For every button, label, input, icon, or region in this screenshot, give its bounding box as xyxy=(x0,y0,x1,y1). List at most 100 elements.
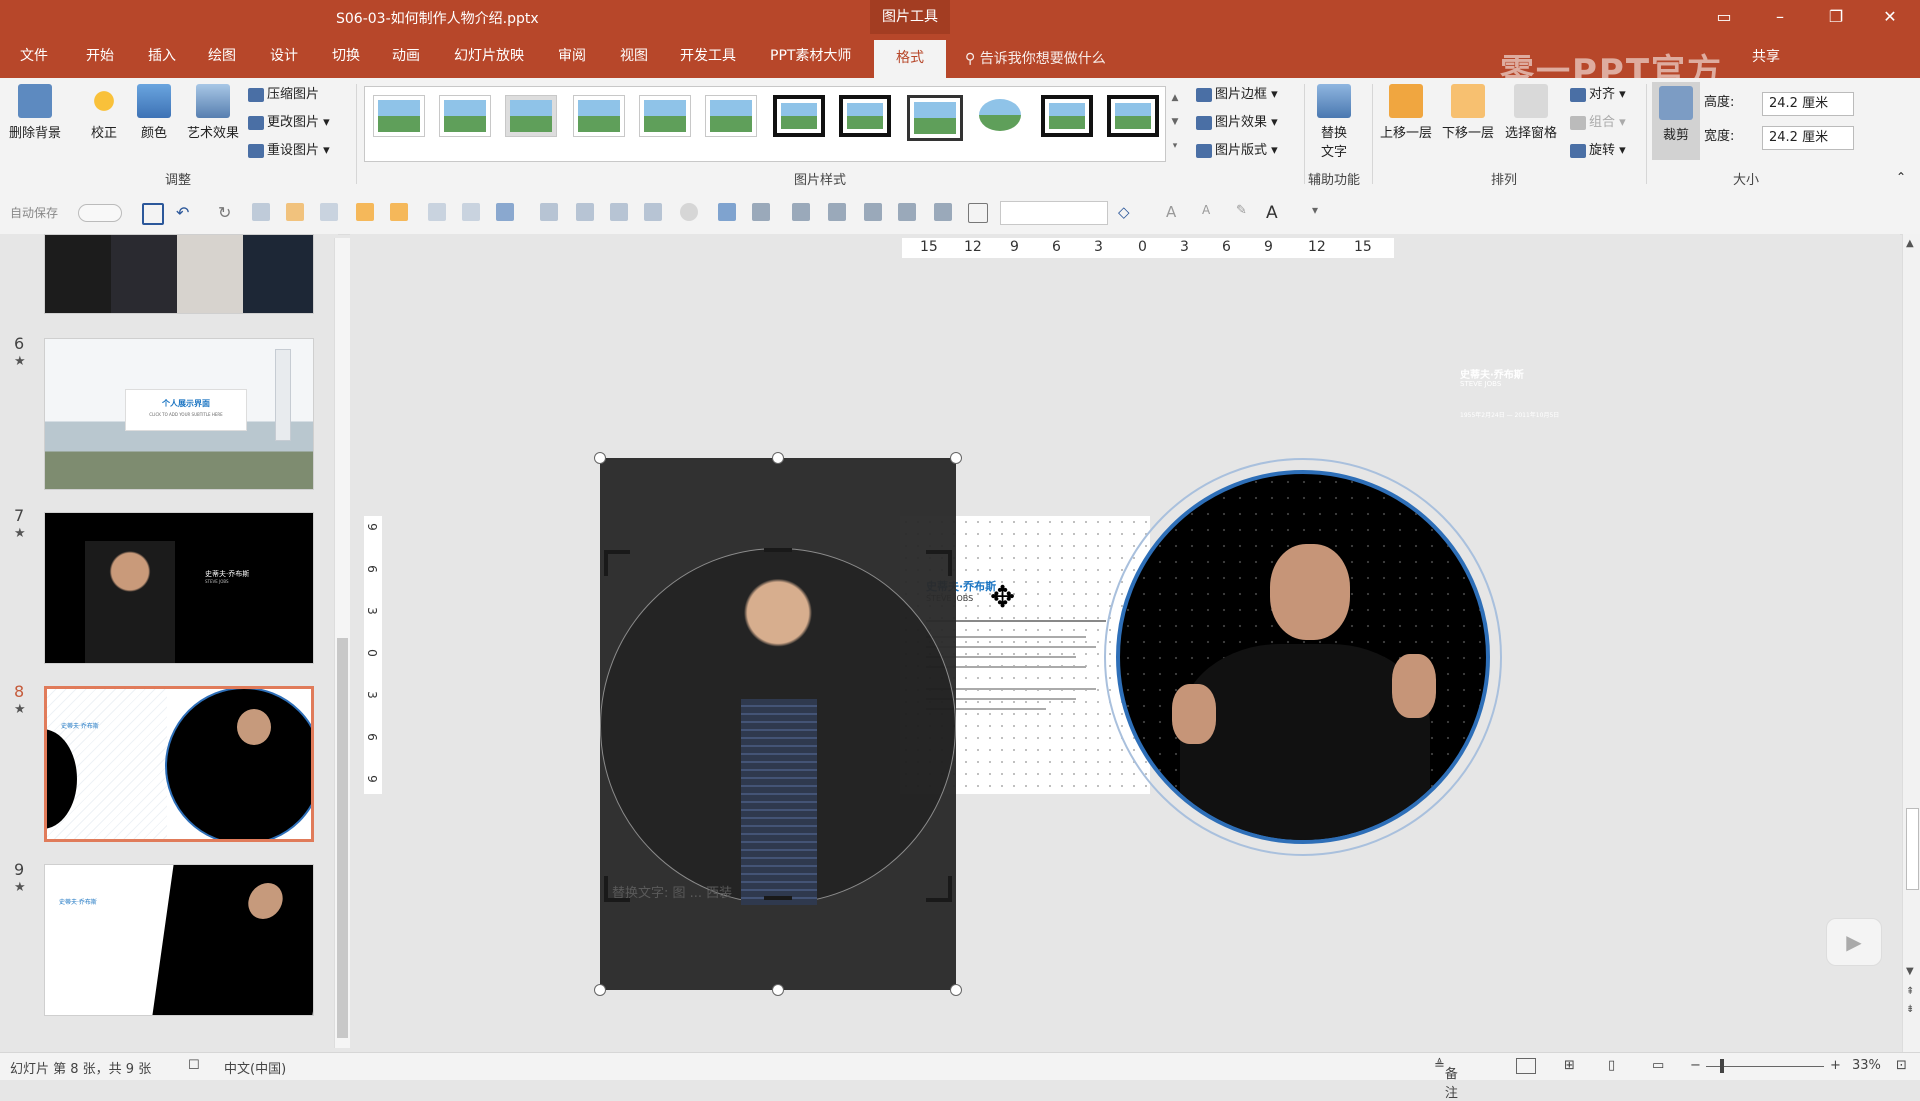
toolbar-icon[interactable] xyxy=(752,203,770,221)
tab-review[interactable]: 审阅 xyxy=(558,44,586,68)
bring-forward-button[interactable]: 上移一层 xyxy=(1376,84,1436,141)
toolbar-icon[interactable] xyxy=(252,203,270,221)
corrections-button[interactable]: 校正 xyxy=(78,84,130,141)
tab-ppt-master[interactable]: PPT素材大师 xyxy=(770,44,851,68)
toolbar-icon[interactable] xyxy=(792,203,810,221)
maximize-icon[interactable]: ❐ xyxy=(1816,5,1856,29)
save-icon[interactable] xyxy=(142,203,164,225)
picture-border-button[interactable]: 图片边框 ▾ xyxy=(1196,84,1278,106)
zoom-slider-thumb[interactable] xyxy=(1720,1059,1724,1073)
gallery-scroll[interactable]: ▲ ▼ ▾ xyxy=(1168,86,1182,160)
tab-developer[interactable]: 开发工具 xyxy=(680,44,736,68)
scroll-thumb[interactable] xyxy=(337,638,348,1038)
crop-handle[interactable] xyxy=(764,548,792,552)
style-thumb[interactable] xyxy=(505,95,557,137)
style-thumb[interactable] xyxy=(907,95,963,141)
resize-handle[interactable] xyxy=(950,452,962,464)
width-input[interactable]: 24.2 厘米 xyxy=(1762,126,1854,150)
slide-scrollbar[interactable]: ▲ ▼ ⇞ ⇟ xyxy=(1902,234,1920,1052)
rotate-button[interactable]: 旋转 ▾ xyxy=(1570,140,1626,162)
selection-pane-button[interactable]: 选择窗格 xyxy=(1500,84,1562,141)
zoom-level[interactable]: 33% xyxy=(1852,1058,1881,1073)
decrease-font-icon[interactable]: A xyxy=(1202,203,1220,221)
zoom-out-icon[interactable]: − xyxy=(1690,1058,1701,1073)
zoom-in-icon[interactable]: + xyxy=(1830,1058,1841,1073)
font-size-box[interactable] xyxy=(1000,201,1108,225)
increase-font-icon[interactable]: A xyxy=(1166,203,1184,221)
alt-text-button[interactable]: 替换 文字 xyxy=(1312,84,1356,160)
autosave-toggle[interactable] xyxy=(78,204,122,222)
slide-sorter-icon[interactable]: ⊞ xyxy=(1564,1058,1575,1073)
clear-format-icon[interactable]: ✎ xyxy=(1236,203,1254,221)
tab-transitions[interactable]: 切换 xyxy=(332,44,360,68)
style-thumb[interactable] xyxy=(839,95,891,137)
remove-background-button[interactable]: 删除背景 xyxy=(6,84,64,141)
style-thumb[interactable] xyxy=(1107,95,1159,137)
crop-handle[interactable] xyxy=(604,550,630,576)
slide-thumbnail-9[interactable]: 史蒂夫·乔布斯 xyxy=(44,864,314,1016)
height-input[interactable]: 24.2 厘米 xyxy=(1762,92,1854,116)
toolbar-icon[interactable] xyxy=(320,203,338,221)
font-color-icon[interactable]: A xyxy=(1266,203,1284,223)
toolbar-icon[interactable] xyxy=(718,203,736,221)
reading-view-icon[interactable]: ▯ xyxy=(1608,1058,1615,1073)
slide-thumbnail-7[interactable]: 史蒂夫·乔布斯 STEVE JOBS xyxy=(44,512,314,664)
picture-effects-button[interactable]: 图片效果 ▾ xyxy=(1196,112,1278,134)
scroll-down-icon[interactable]: ▼ xyxy=(1906,966,1914,977)
tab-draw[interactable]: 绘图 xyxy=(208,44,236,68)
slide-thumbnail-5[interactable] xyxy=(44,234,314,314)
reset-picture-button[interactable]: 重设图片 ▾ xyxy=(248,140,330,162)
send-backward-button[interactable]: 下移一层 xyxy=(1438,84,1498,141)
tab-home[interactable]: 开始 xyxy=(86,44,114,68)
toolbar-icon[interactable] xyxy=(286,203,304,221)
normal-view-icon[interactable] xyxy=(1516,1058,1536,1074)
toolbar-icon[interactable] xyxy=(644,203,662,221)
toolbar-icon[interactable] xyxy=(968,203,988,223)
resize-handle[interactable] xyxy=(594,452,606,464)
tab-file[interactable]: 文件 xyxy=(20,44,48,68)
crop-handle[interactable] xyxy=(926,550,952,576)
style-thumb[interactable] xyxy=(439,95,491,137)
tab-insert[interactable]: 插入 xyxy=(148,44,176,68)
style-thumb[interactable] xyxy=(1041,95,1093,137)
slide-thumbnail-8[interactable]: 史蒂夫·乔布斯 xyxy=(44,686,314,842)
crop-button[interactable]: 裁剪 xyxy=(1652,82,1700,160)
style-thumb[interactable] xyxy=(975,95,1025,135)
compress-pictures-button[interactable]: 压缩图片 xyxy=(248,84,319,106)
scroll-thumb[interactable] xyxy=(1906,808,1919,890)
tab-view[interactable]: 视图 xyxy=(620,44,648,68)
toolbar-icon[interactable] xyxy=(864,203,882,221)
style-thumb[interactable] xyxy=(373,95,425,137)
picture-layout-button[interactable]: 图片版式 ▾ xyxy=(1196,140,1278,162)
artistic-effects-button[interactable]: 艺术效果 xyxy=(180,84,246,141)
group-button[interactable]: 组合 ▾ xyxy=(1570,112,1626,134)
align-button[interactable]: 对齐 ▾ xyxy=(1570,84,1626,106)
toolbar-icon[interactable] xyxy=(496,203,514,221)
minimize-icon[interactable]: – xyxy=(1760,5,1800,29)
toolbar-icon[interactable] xyxy=(898,203,916,221)
picture-styles-gallery[interactable] xyxy=(364,86,1166,162)
resize-handle[interactable] xyxy=(594,984,606,996)
toolbar-icon[interactable] xyxy=(462,203,480,221)
toolbar-icon[interactable] xyxy=(390,203,408,221)
crop-picture-frame[interactable]: 替换文字: 图 ... 西装 xyxy=(600,458,956,990)
color-button[interactable]: 颜色 xyxy=(132,84,176,141)
resize-handle[interactable] xyxy=(772,984,784,996)
customize-toolbar-icon[interactable]: ▾ xyxy=(1312,203,1330,221)
close-icon[interactable]: ✕ xyxy=(1870,5,1910,29)
thumbnail-scrollbar[interactable] xyxy=(334,238,351,1048)
resize-handle[interactable] xyxy=(772,452,784,464)
toolbar-icon[interactable] xyxy=(428,203,446,221)
share-button[interactable]: 共享 xyxy=(1752,46,1780,66)
toolbar-icon[interactable] xyxy=(934,203,952,221)
tell-me-search[interactable]: ⚲ 告诉我你想要做什么 xyxy=(965,48,1106,68)
style-thumb[interactable] xyxy=(573,95,625,137)
crop-handle[interactable] xyxy=(764,896,792,900)
slideshow-icon[interactable]: ▭ xyxy=(1652,1058,1664,1073)
toolbar-icon[interactable] xyxy=(610,203,628,221)
next-slide-icon[interactable]: ⇟ xyxy=(1906,1004,1914,1015)
toolbar-icon[interactable] xyxy=(540,203,558,221)
notes-button[interactable]: ≜ 备注 xyxy=(1434,1058,1458,1101)
style-thumb[interactable] xyxy=(705,95,757,137)
toolbar-icon[interactable] xyxy=(680,203,698,221)
